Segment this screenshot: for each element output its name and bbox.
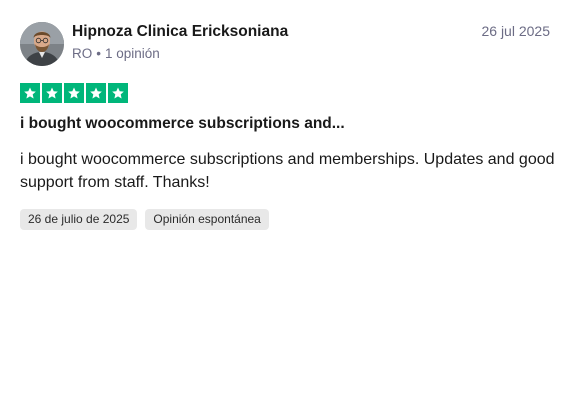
reviewer-meta: RO • 1 opinión bbox=[72, 46, 160, 61]
star-icon bbox=[86, 83, 106, 103]
review-card: Hipnoza Clinica Ericksoniana RO • 1 opinió… bbox=[0, 0, 580, 410]
experience-date-tag: 26 de julio de 2025 bbox=[20, 209, 138, 230]
reviewer-name[interactable]: Hipnoza Clinica Ericksoniana bbox=[72, 23, 288, 41]
reviewer-review-count: 1 opinión bbox=[104, 46, 160, 61]
review-tags: 26 de julio de 2025 Opinión espontánea bbox=[20, 209, 269, 230]
star-icon bbox=[20, 83, 40, 103]
review-header: Hipnoza Clinica Ericksoniana RO • 1 opinió… bbox=[20, 22, 550, 66]
reviewer-avatar[interactable] bbox=[20, 22, 64, 66]
review-date: 26 jul 2025 bbox=[481, 23, 550, 39]
user-photo-avatar-icon bbox=[20, 22, 64, 66]
star-icon bbox=[42, 83, 62, 103]
star-rating bbox=[20, 83, 128, 103]
review-title[interactable]: i bought woocommerce subscriptions and..… bbox=[20, 115, 345, 133]
review-type-tag[interactable]: Opinión espontánea bbox=[145, 209, 269, 230]
reviewer-country: RO bbox=[72, 46, 93, 61]
star-icon bbox=[108, 83, 128, 103]
review-body: i bought woocommerce subscriptions and m… bbox=[20, 151, 555, 191]
star-icon bbox=[64, 83, 84, 103]
meta-separator: • bbox=[96, 46, 101, 61]
